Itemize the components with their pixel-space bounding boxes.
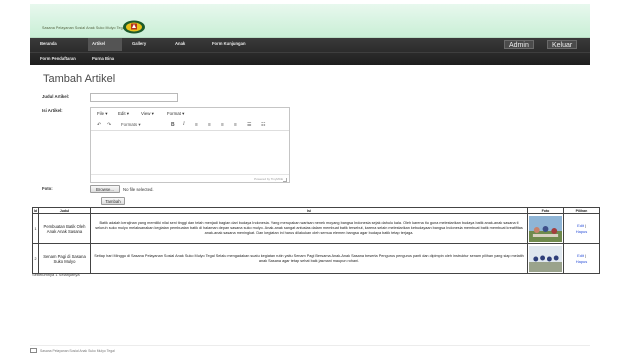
regional-crest-logo bbox=[123, 20, 145, 34]
article-photo bbox=[529, 245, 562, 272]
edit-link[interactable]: Edit bbox=[577, 223, 584, 228]
site-brand: Sasana Pelayanan Sosial Anak Suko Mulyo … bbox=[42, 26, 126, 30]
redo-icon[interactable]: ↷ bbox=[107, 122, 111, 128]
nav-artikel[interactable]: Artikel bbox=[92, 41, 105, 46]
table-row: 2 Senam Pagi di Sasana Suko Mulyo Setiap… bbox=[32, 243, 600, 274]
judul-input[interactable] bbox=[90, 93, 178, 102]
nav-row-primary: Beranda Artikel Gallery Anak Form Kunjun… bbox=[30, 38, 590, 51]
row-isi: Batik adalah kerajinan yang memiliki nil… bbox=[90, 213, 528, 244]
editor-menu-edit[interactable]: Edit ▾ bbox=[118, 111, 129, 117]
row-actions: Edit | Hapus bbox=[563, 213, 600, 244]
footer-divider bbox=[30, 345, 590, 346]
editor-menubar: File ▾ Edit ▾ View ▾ Format ▾ bbox=[91, 108, 289, 119]
align-left-icon[interactable]: ≡ bbox=[195, 122, 198, 128]
no-file-text: No file selected. bbox=[123, 186, 154, 192]
editor-menu-file[interactable]: File ▾ bbox=[97, 111, 108, 117]
rich-text-editor: File ▾ Edit ▾ View ▾ Format ▾ ↶ ↷ Format… bbox=[90, 107, 290, 183]
article-photo bbox=[529, 215, 562, 242]
align-justify-icon[interactable]: ≡ bbox=[234, 122, 237, 128]
article-table: Id Judul Isi Foto Pilihan 1 Pembuatan Ba… bbox=[32, 207, 600, 274]
row-foto bbox=[527, 213, 564, 244]
pagination[interactable]: Sebelumnya 1 Selanjutnya bbox=[32, 272, 80, 277]
undo-icon[interactable]: ↶ bbox=[97, 122, 101, 128]
isi-label: Isi Artikel: bbox=[42, 108, 63, 113]
nav-beranda[interactable]: Beranda bbox=[40, 41, 57, 46]
nav-form-kunjungan[interactable]: Form Kunjungan bbox=[212, 41, 246, 46]
editor-statusbar: Powered by TinyMCE bbox=[91, 174, 289, 183]
nav-purna-bina[interactable]: Purna Bina bbox=[92, 56, 114, 61]
resize-handle-icon[interactable] bbox=[283, 178, 287, 182]
editor-menu-format[interactable]: Format ▾ bbox=[167, 111, 184, 117]
footer-text: Sasana Pelayanan Sosial Anak Suko Mulyo … bbox=[40, 349, 115, 353]
hapus-link[interactable]: Hapus bbox=[576, 259, 588, 264]
align-center-icon[interactable]: ≡ bbox=[208, 122, 211, 128]
admin-button[interactable]: Admin bbox=[504, 40, 534, 49]
nav-row-secondary: Form Pendaftaran Purna Bina bbox=[30, 52, 590, 65]
logout-button[interactable]: Keluar bbox=[547, 40, 578, 49]
foto-label: Foto: bbox=[42, 186, 53, 191]
row-foto bbox=[527, 243, 564, 274]
bullet-list-icon[interactable]: ☰ bbox=[247, 122, 251, 128]
numbered-list-icon[interactable]: ☷ bbox=[261, 122, 265, 128]
align-right-icon[interactable]: ≡ bbox=[221, 122, 224, 128]
row-judul: Pembuatan Batik Oleh Anak Anak Sasana bbox=[38, 213, 91, 244]
browse-button[interactable]: Browse... bbox=[90, 185, 120, 193]
editor-menu-view[interactable]: View ▾ bbox=[141, 111, 154, 117]
italic-button[interactable]: I bbox=[183, 122, 185, 127]
nav-gallery[interactable]: Gallery bbox=[132, 41, 146, 46]
main-navigation: Beranda Artikel Gallery Anak Form Kunjun… bbox=[30, 38, 590, 65]
edit-link[interactable]: Edit bbox=[577, 253, 584, 258]
hapus-link[interactable]: Hapus bbox=[576, 229, 588, 234]
page-title: Tambah Artikel bbox=[43, 73, 116, 85]
row-judul: Senam Pagi di Sasana Suko Mulyo bbox=[38, 243, 91, 274]
footer-logo-icon bbox=[30, 348, 37, 353]
editor-powered-by: Powered by TinyMCE bbox=[254, 177, 283, 181]
row-isi: Setiap hari Minggu di Sasana Pelayanan S… bbox=[90, 243, 528, 274]
site-header: Sasana Pelayanan Sosial Anak Suko Mulyo … bbox=[30, 4, 590, 38]
editor-formats-dropdown[interactable]: Formats ▾ bbox=[121, 122, 141, 128]
row-actions: Edit | Hapus bbox=[563, 243, 600, 274]
editor-toolbar: ↶ ↷ Formats ▾ B I ≡ ≡ ≡ ≡ ☰ ☷ bbox=[91, 119, 289, 131]
table-row: 1 Pembuatan Batik Oleh Anak Anak Sasana … bbox=[32, 213, 600, 244]
judul-label: Judul Artikel: bbox=[42, 94, 70, 99]
bold-button[interactable]: B bbox=[171, 122, 175, 128]
tambah-button[interactable]: Tambah bbox=[101, 197, 125, 205]
nav-form-pendaftaran[interactable]: Form Pendaftaran bbox=[40, 56, 76, 61]
editor-content-area[interactable] bbox=[91, 131, 289, 174]
nav-anak[interactable]: Anak bbox=[175, 41, 185, 46]
